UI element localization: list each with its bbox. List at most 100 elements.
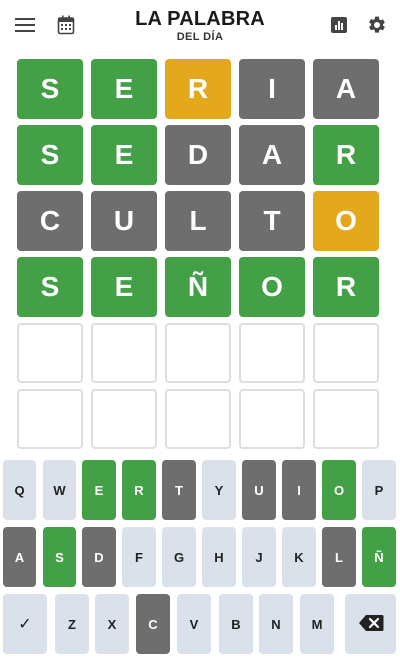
key-label: B — [231, 616, 241, 632]
stats-icon[interactable] — [326, 12, 352, 38]
key-h[interactable]: H — [202, 527, 236, 587]
key-label: E — [94, 482, 104, 498]
key-z[interactable]: Z — [55, 594, 89, 654]
letter-tile: A — [313, 59, 379, 119]
letter-tile: S — [17, 59, 83, 119]
backspace-icon — [358, 614, 384, 635]
letter-tile: C — [17, 191, 83, 251]
game-board: SERIASEDARCULTOSEÑOR — [17, 59, 381, 455]
letter-tile: O — [239, 257, 305, 317]
key-g[interactable]: G — [162, 527, 196, 587]
key-label: T — [175, 482, 183, 498]
key-i[interactable]: I — [282, 460, 316, 520]
key-r[interactable]: R — [122, 460, 156, 520]
key-label: X — [107, 616, 117, 632]
key-label: J — [255, 549, 263, 565]
enter-key[interactable]: ✓ — [3, 594, 47, 654]
key-l[interactable]: L — [322, 527, 356, 587]
empty-tile — [239, 323, 305, 383]
letter-tile: T — [239, 191, 305, 251]
key-label: Q — [14, 482, 25, 498]
key-u[interactable]: U — [242, 460, 276, 520]
key-d[interactable]: D — [82, 527, 116, 587]
key-label: I — [297, 482, 301, 498]
empty-tile — [165, 389, 231, 449]
key-label: D — [94, 549, 104, 565]
letter-tile: E — [91, 59, 157, 119]
key-c[interactable]: C — [136, 594, 170, 654]
key-q[interactable]: Q — [3, 460, 36, 520]
key-v[interactable]: V — [177, 594, 211, 654]
key-p[interactable]: P — [362, 460, 396, 520]
checkmark-icon: ✓ — [18, 616, 32, 633]
key-f[interactable]: F — [122, 527, 156, 587]
letter-tile: E — [91, 257, 157, 317]
letter-tile: D — [165, 125, 231, 185]
key-label: N — [271, 616, 281, 632]
letter-tile: U — [91, 191, 157, 251]
key-e[interactable]: E — [82, 460, 116, 520]
key-label: H — [214, 549, 224, 565]
key-b[interactable]: B — [219, 594, 253, 654]
key-label: O — [333, 482, 345, 498]
board-row: SERIA — [17, 59, 381, 119]
keyboard-row: QWERTYUIOP — [0, 460, 400, 520]
key-label: A — [14, 549, 25, 565]
empty-tile — [91, 323, 157, 383]
key-label: S — [55, 549, 64, 565]
gear-icon[interactable] — [364, 12, 390, 38]
key-s[interactable]: S — [43, 527, 76, 587]
key-label: Ñ — [374, 549, 384, 565]
key-label: G — [173, 549, 185, 565]
empty-tile — [313, 389, 379, 449]
app-header: LA PALABRA DEL DÍA — [0, 0, 400, 52]
letter-tile: S — [17, 125, 83, 185]
letter-tile: O — [313, 191, 379, 251]
key-j[interactable]: J — [242, 527, 276, 587]
letter-tile: Ñ — [165, 257, 231, 317]
keyboard-row: ASDFGHJKLÑ — [0, 527, 400, 587]
letter-tile: S — [17, 257, 83, 317]
letter-tile: R — [165, 59, 231, 119]
key-n[interactable]: N — [259, 594, 293, 654]
letter-tile: L — [165, 191, 231, 251]
key-label: P — [374, 482, 384, 498]
letter-tile: R — [313, 257, 379, 317]
key-label: L — [335, 549, 343, 565]
key-label: Y — [214, 482, 224, 498]
key-label: M — [311, 616, 323, 632]
key-ñ[interactable]: Ñ — [362, 527, 396, 587]
key-a[interactable]: A — [3, 527, 36, 587]
board-row — [17, 389, 381, 449]
letter-tile: I — [239, 59, 305, 119]
key-label: K — [294, 549, 304, 565]
key-k[interactable]: K — [282, 527, 316, 587]
key-x[interactable]: X — [95, 594, 129, 654]
keyboard-row: ✓ Z X C V B N M — [0, 594, 400, 654]
key-label: V — [189, 616, 199, 632]
key-t[interactable]: T — [162, 460, 196, 520]
board-row: SEDAR — [17, 125, 381, 185]
letter-tile: R — [313, 125, 379, 185]
key-label: C — [148, 616, 158, 632]
empty-tile — [17, 323, 83, 383]
letter-tile: A — [239, 125, 305, 185]
empty-tile — [17, 389, 83, 449]
board-row: CULTO — [17, 191, 381, 251]
key-o[interactable]: O — [322, 460, 356, 520]
key-label: W — [53, 482, 66, 498]
key-label: U — [254, 482, 264, 498]
key-label: F — [135, 549, 143, 565]
empty-tile — [91, 389, 157, 449]
on-screen-keyboard: Q W E R T Y U I O P A S D F G H J K L Ñ ✓ Z X C V B N M — [0, 460, 400, 661]
key-label: Z — [68, 616, 76, 632]
key-y[interactable]: Y — [202, 460, 236, 520]
empty-tile — [165, 323, 231, 383]
key-w[interactable]: W — [43, 460, 76, 520]
board-row — [17, 323, 381, 383]
empty-tile — [313, 323, 379, 383]
key-label: R — [134, 482, 144, 498]
key-m[interactable]: M — [300, 594, 334, 654]
board-row: SEÑOR — [17, 257, 381, 317]
backspace-key[interactable] — [345, 594, 396, 654]
